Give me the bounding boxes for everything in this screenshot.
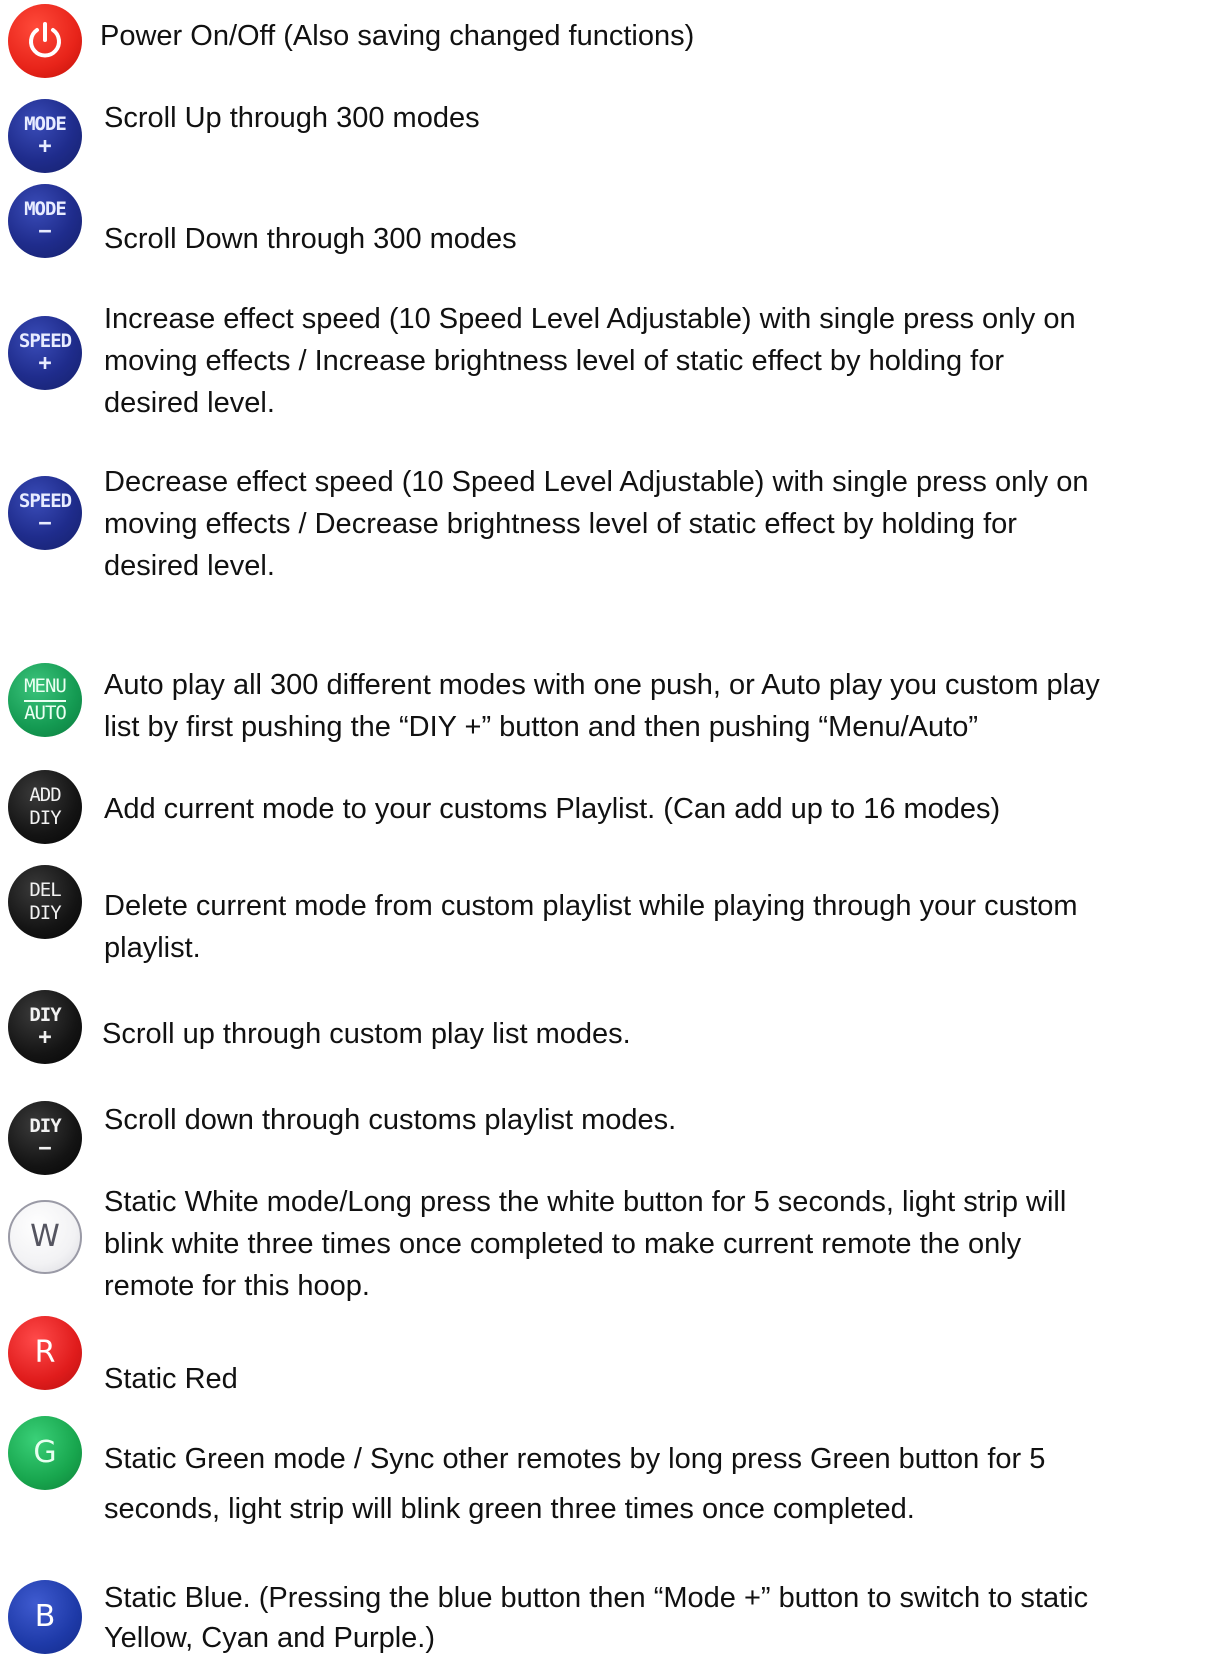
add-diy-icon: ADD DIY	[8, 770, 82, 844]
button-label-bottom: +	[38, 350, 52, 376]
button-label-top: MODE	[24, 197, 67, 220]
white-button-icon: W	[8, 1200, 82, 1274]
button-label-bottom: AUTO	[24, 700, 67, 724]
menu-auto-icon: MENU AUTO	[8, 663, 82, 737]
mode-plus-description: Scroll Up through 300 modes	[104, 102, 480, 134]
button-label-top: DIY	[29, 1003, 61, 1026]
diy-plus-icon: DIY +	[8, 990, 82, 1064]
blue-description: Static Blue. (Pressing the blue button t…	[104, 1582, 1089, 1654]
green-description: Static Green mode / Sync other remotes b…	[104, 1443, 1046, 1525]
speed-minus-description: Decrease effect speed (10 Speed Level Ad…	[104, 466, 1089, 582]
power-icon	[8, 4, 82, 78]
white-description: Static White mode/Long press the white b…	[104, 1186, 1067, 1302]
button-label-bottom: +	[38, 133, 52, 159]
speed-minus-icon: SPEED −	[8, 476, 82, 550]
mode-plus-icon: MODE +	[8, 99, 82, 173]
del-diy-description: Delete current mode from custom playlist…	[104, 890, 1078, 964]
diy-plus-description: Scroll up through custom play list modes…	[102, 1018, 631, 1050]
button-label-top: MENU	[24, 675, 67, 697]
speed-plus-description: Increase effect speed (10 Speed Level Ad…	[104, 303, 1076, 419]
menu-auto-description: Auto play all 300 different modes with o…	[104, 669, 1100, 743]
diy-minus-description: Scroll down through customs playlist mod…	[104, 1104, 677, 1136]
button-letter: B	[34, 1599, 56, 1634]
button-label-top: SPEED	[18, 329, 72, 352]
diy-minus-icon: DIY −	[8, 1101, 82, 1175]
button-letter: W	[30, 1219, 60, 1254]
button-label-bottom: −	[38, 1135, 52, 1161]
button-label-bottom: DIY	[29, 902, 61, 924]
add-diy-description: Add current mode to your customs Playlis…	[104, 793, 1001, 825]
button-label-bottom: −	[38, 510, 52, 536]
power-description: Power On/Off (Also saving changed functi…	[100, 20, 695, 52]
green-button-icon: G	[8, 1416, 82, 1490]
button-label-top: SPEED	[18, 489, 72, 512]
button-label-top: ADD	[29, 784, 61, 806]
button-label-top: DIY	[29, 1114, 61, 1137]
button-letter: R	[34, 1335, 56, 1370]
button-label-top: MODE	[24, 112, 67, 135]
button-label-bottom: DIY	[29, 807, 61, 829]
mode-minus-icon: MODE −	[8, 184, 82, 258]
blue-button-icon: B	[8, 1580, 82, 1654]
button-label-top: DEL	[29, 879, 61, 901]
red-description: Static Red	[104, 1363, 238, 1395]
red-button-icon: R	[8, 1316, 82, 1390]
speed-plus-icon: SPEED +	[8, 316, 82, 390]
del-diy-icon: DEL DIY	[8, 865, 82, 939]
button-label-bottom: +	[38, 1024, 52, 1050]
button-label-bottom: −	[38, 218, 52, 244]
button-letter: G	[33, 1435, 57, 1470]
mode-minus-description: Scroll Down through 300 modes	[104, 223, 517, 255]
